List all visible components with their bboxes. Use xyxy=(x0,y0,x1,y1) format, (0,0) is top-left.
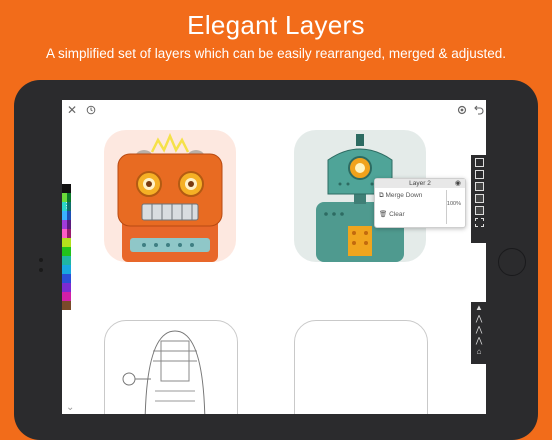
merge-down-row[interactable]: ⧉ Merge Down xyxy=(379,192,422,200)
app-screen: ✕ ⌄ ⋮ Layer 2 ◉ ⧉ Merge Down 🗑 Clear 100… xyxy=(62,100,486,414)
brush-layer-icon[interactable] xyxy=(474,206,484,215)
color-swatch[interactable] xyxy=(66,220,71,229)
color-swatch[interactable] xyxy=(62,265,71,274)
layers-toolbar xyxy=(471,155,487,243)
merge-icon: ⧉ xyxy=(379,192,384,199)
color-swatch[interactable] xyxy=(62,301,71,310)
clear-label: Clear xyxy=(389,211,405,218)
tile-empty-canvas[interactable] xyxy=(294,320,428,414)
pencil-icon[interactable]: ▲ xyxy=(471,302,487,313)
brush-toolbar: ▲ ⋀ ⋀ ⋀ ⌂ xyxy=(471,302,487,364)
tile-orange-robot[interactable] xyxy=(104,130,236,262)
color-swatch[interactable] xyxy=(62,274,71,283)
color-swatch-pair[interactable] xyxy=(62,211,71,220)
opacity-slider[interactable] xyxy=(446,190,447,224)
undo-icon[interactable] xyxy=(474,104,484,118)
airbrush-icon[interactable]: ⌂ xyxy=(471,346,487,357)
tablet-sensor xyxy=(39,268,43,272)
home-button[interactable] xyxy=(498,248,526,276)
subtitle: A simplified set of layers which can be … xyxy=(46,46,506,61)
color-swatch[interactable] xyxy=(62,238,71,247)
grid-icon[interactable] xyxy=(474,218,484,227)
layer-icon[interactable] xyxy=(474,170,484,179)
tile-robot-sketch[interactable] xyxy=(104,320,238,414)
opacity-value: 100% xyxy=(446,201,461,207)
color-swatch[interactable] xyxy=(62,256,71,265)
color-swatch[interactable] xyxy=(62,184,71,193)
brush-icon[interactable]: ⋀ xyxy=(471,335,487,346)
trash-icon: 🗑 xyxy=(379,211,388,218)
brush-layer-icon[interactable] xyxy=(474,182,484,191)
eye-icon[interactable]: ◉ xyxy=(455,179,461,188)
palette-more-icon[interactable]: ⋮ xyxy=(62,202,71,211)
marker-icon[interactable]: ⋀ xyxy=(471,324,487,335)
brush-layer-icon[interactable] xyxy=(474,194,484,203)
color-swatch-pair[interactable] xyxy=(62,220,71,229)
merge-down-label: Merge Down xyxy=(385,192,423,199)
pen-icon[interactable]: ⋀ xyxy=(471,313,487,324)
layers-panel-header: Layer 2 ◉ xyxy=(375,179,465,188)
color-swatch[interactable] xyxy=(62,292,71,301)
color-swatches[interactable] xyxy=(62,184,71,310)
clear-row[interactable]: 🗑 Clear xyxy=(379,210,405,218)
color-swatch[interactable] xyxy=(62,247,71,256)
layer-icon[interactable] xyxy=(474,158,484,167)
layers-panel: Layer 2 ◉ ⧉ Merge Down 🗑 Clear 100% xyxy=(374,178,466,228)
settings-icon[interactable] xyxy=(457,105,467,118)
collapse-icon[interactable]: ⌄ xyxy=(66,402,74,413)
close-icon[interactable]: ✕ xyxy=(67,104,77,116)
color-palette[interactable]: ⋮ xyxy=(62,184,71,310)
color-swatch[interactable] xyxy=(62,283,71,292)
orange-robot-illustration xyxy=(117,132,223,262)
color-swatch[interactable] xyxy=(66,211,71,220)
robot-sketch-illustration xyxy=(122,330,206,414)
color-swatch[interactable] xyxy=(66,229,71,238)
tablet-camera xyxy=(39,258,43,262)
history-icon[interactable] xyxy=(86,105,96,118)
color-swatch-pair[interactable] xyxy=(62,229,71,238)
headline: Elegant Layers xyxy=(187,10,365,40)
layer-name[interactable]: Layer 2 xyxy=(409,180,431,187)
